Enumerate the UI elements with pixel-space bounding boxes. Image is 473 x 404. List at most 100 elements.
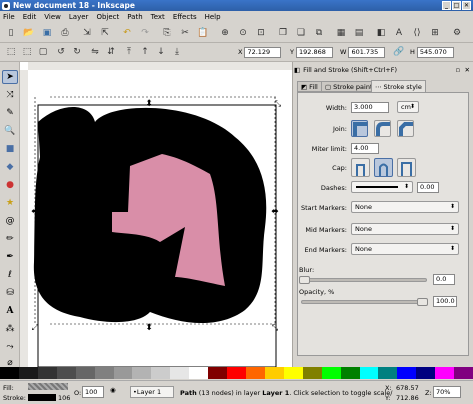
cut-icon[interactable]: ✂: [178, 26, 192, 40]
text-font-icon[interactable]: A: [392, 26, 406, 40]
zoom-input[interactable]: 70%: [433, 386, 461, 398]
deselect-icon[interactable]: ▢: [36, 45, 50, 59]
open-file-icon[interactable]: 📂: [22, 26, 36, 40]
start-markers-select[interactable]: None: [351, 201, 459, 213]
raise-to-top-icon[interactable]: ⤒: [122, 45, 136, 59]
close-button[interactable]: ✕: [462, 1, 471, 10]
preferences-icon[interactable]: ⚙: [450, 26, 464, 40]
opacity-slider-handle[interactable]: [417, 298, 428, 306]
scale-handle-right[interactable]: ⬌: [271, 207, 279, 217]
palette-swatch[interactable]: [435, 367, 455, 379]
lower-to-bottom-icon[interactable]: ⤓: [170, 45, 184, 59]
dashes-offset-input[interactable]: 0.00: [417, 182, 439, 193]
opacity-input[interactable]: 100.0: [433, 296, 457, 307]
palette-swatch[interactable]: [94, 367, 114, 379]
opacity-status-input[interactable]: 100: [82, 386, 104, 398]
scale-handle-left[interactable]: ⬌: [31, 207, 39, 217]
palette-swatch[interactable]: [18, 367, 38, 379]
rotate-cw-icon[interactable]: ↻: [70, 45, 84, 59]
spray-tool-icon[interactable]: ⁂: [2, 322, 18, 336]
bevel-join-icon[interactable]: [397, 120, 414, 137]
clone-icon[interactable]: ❏: [294, 26, 308, 40]
stroke-indicator-swatch[interactable]: [28, 394, 56, 401]
undo-icon[interactable]: ↶: [120, 26, 134, 40]
export-icon[interactable]: ⇱: [98, 26, 112, 40]
miter-join-icon[interactable]: [351, 120, 368, 137]
spiral-tool-icon[interactable]: @: [2, 214, 18, 228]
flip-horizontal-icon[interactable]: ⇋: [88, 45, 102, 59]
h-input[interactable]: 545.070: [416, 46, 454, 58]
palette-swatch[interactable]: [378, 367, 398, 379]
scale-handle-bottom-right[interactable]: ⤡: [272, 323, 279, 332]
palette-swatch[interactable]: [340, 367, 360, 379]
group-icon[interactable]: ▦: [334, 26, 348, 40]
palette-swatch[interactable]: [283, 367, 303, 379]
flip-vertical-icon[interactable]: ⇵: [104, 45, 118, 59]
tab-fill[interactable]: ◩ Fill: [297, 81, 322, 92]
pen-tool-icon[interactable]: ✒: [2, 250, 18, 264]
palette-swatch[interactable]: [132, 367, 152, 379]
palette-swatch[interactable]: [0, 367, 19, 379]
layer-visibility-icon[interactable]: ◉: [110, 386, 124, 398]
menu-layer[interactable]: Layer: [69, 13, 89, 21]
y-input[interactable]: 192.868: [295, 46, 333, 58]
palette-swatch[interactable]: [321, 367, 341, 379]
menu-file[interactable]: File: [3, 13, 15, 21]
palette-swatch[interactable]: [302, 367, 322, 379]
zoom-tool-icon[interactable]: 🔍: [2, 124, 18, 138]
ellipse-tool-icon[interactable]: ●: [2, 178, 18, 192]
copy-icon[interactable]: ⎘: [160, 26, 174, 40]
mid-markers-select[interactable]: None: [351, 223, 459, 235]
connector-tool-icon[interactable]: ⤳: [2, 340, 18, 354]
zoom-selection-icon[interactable]: ⊕: [218, 26, 232, 40]
width-input[interactable]: 3.000: [351, 102, 389, 113]
palette-swatch[interactable]: [37, 367, 57, 379]
round-join-icon[interactable]: [374, 120, 391, 137]
layer-select[interactable]: •Layer 1: [130, 386, 174, 398]
pencil-tool-icon[interactable]: ✏: [2, 232, 18, 246]
end-markers-select[interactable]: None: [351, 243, 459, 255]
dialog-lock-icon[interactable]: ▫: [456, 66, 460, 74]
palette-swatch[interactable]: [75, 367, 95, 379]
print-icon[interactable]: ⎙: [58, 26, 72, 40]
unlink-clone-icon[interactable]: ⧉: [312, 26, 326, 40]
lock-icon[interactable]: 🔗: [392, 45, 406, 59]
tweak-tool-icon[interactable]: ✎: [2, 106, 18, 120]
fill-indicator-swatch[interactable]: [28, 383, 68, 390]
miter-limit-input[interactable]: 4.00: [351, 143, 379, 154]
zoom-page-icon[interactable]: ⊡: [254, 26, 268, 40]
node-tool-icon[interactable]: ⤨: [2, 88, 18, 102]
menu-view[interactable]: View: [44, 13, 61, 21]
duplicate-icon[interactable]: ❐: [276, 26, 290, 40]
menu-text[interactable]: Text: [151, 13, 165, 21]
canvas[interactable]: ⬍ ⬍ ⬌ ⬌ ⤡ ⤢ ⤡: [20, 62, 292, 367]
palette-swatch[interactable]: [397, 367, 417, 379]
tab-stroke-paint[interactable]: ▢ Stroke paint: [321, 81, 377, 92]
select-all-layers-icon[interactable]: ⬚: [20, 45, 34, 59]
opacity-slider[interactable]: [301, 300, 427, 304]
scale-handle-top[interactable]: ⬍: [145, 99, 153, 109]
palette-swatch[interactable]: [245, 367, 265, 379]
lower-icon[interactable]: ↓: [154, 45, 168, 59]
butt-cap-icon[interactable]: [351, 158, 370, 177]
menu-help[interactable]: Help: [205, 13, 221, 21]
star-tool-icon[interactable]: ★: [2, 196, 18, 210]
round-cap-icon[interactable]: [374, 158, 393, 177]
blur-slider[interactable]: [301, 278, 427, 282]
scale-handle-top-right[interactable]: ⤡: [275, 99, 282, 108]
ungroup-icon[interactable]: ▤: [352, 26, 366, 40]
maximize-button[interactable]: □: [452, 1, 461, 10]
xml-editor-icon[interactable]: ⟨⟩: [410, 26, 424, 40]
select-all-icon[interactable]: ⬚: [4, 45, 18, 59]
selector-tool-icon[interactable]: ➤: [2, 70, 18, 84]
blur-input[interactable]: 0.0: [433, 274, 455, 285]
palette-swatch[interactable]: [189, 367, 209, 379]
menu-path[interactable]: Path: [127, 13, 142, 21]
menu-object[interactable]: Object: [96, 13, 119, 21]
palette-swatch[interactable]: [264, 367, 284, 379]
menu-effects[interactable]: Effects: [173, 13, 197, 21]
rectangle-tool-icon[interactable]: ■: [2, 142, 18, 156]
tab-stroke-style[interactable]: ⋯ Stroke style: [371, 80, 426, 92]
palette-swatch[interactable]: [170, 367, 190, 379]
new-document-icon[interactable]: ▯: [4, 26, 18, 40]
